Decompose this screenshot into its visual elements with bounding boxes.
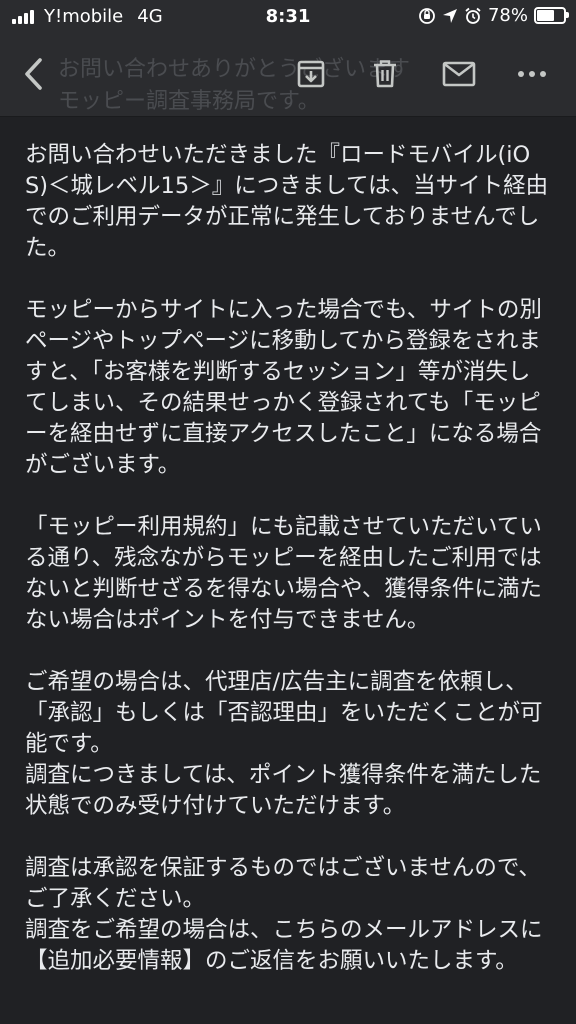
message-paragraph: モッピーからサイトに入った場合でも、サイトの別ページやトップページに移動してから… bbox=[25, 297, 542, 478]
status-bar: Y!mobile 4G 8:31 78% bbox=[0, 0, 576, 34]
subject-preview-line: モッピー調査事務局です。 bbox=[58, 89, 320, 114]
delete-button[interactable] bbox=[365, 54, 405, 94]
more-options-button[interactable] bbox=[512, 54, 552, 94]
message-paragraph: お問い合わせいただきました『ロードモバイル(iOS)＜城レベル15＞』につきまし… bbox=[25, 142, 549, 261]
archive-button[interactable] bbox=[291, 54, 331, 94]
archive-icon bbox=[297, 60, 325, 88]
mark-unread-button[interactable] bbox=[437, 54, 481, 94]
status-right: 78% bbox=[412, 5, 569, 26]
chevron-left-icon bbox=[25, 58, 42, 90]
message-paragraph: 調査は承認を保証するものではございませんので、ご了承ください。 調査をご希望の場… bbox=[25, 855, 543, 974]
subject-preview-line: お問い合わせありがとうございます bbox=[58, 57, 411, 82]
message-paragraph: 「モッピー利用規約」にも記載させていただいている通り、残念ながらモッピーを経由し… bbox=[25, 514, 542, 633]
alarm-icon bbox=[465, 7, 481, 24]
back-button[interactable] bbox=[14, 54, 54, 94]
battery-percent: 78% bbox=[487, 5, 528, 26]
message-paragraph: ご希望の場合は、代理店/広告主に調査を依頼し、「承認」もしくは「否認理由」をいた… bbox=[25, 669, 543, 819]
toolbar-divider bbox=[0, 116, 576, 117]
orientation-lock-icon bbox=[419, 7, 435, 24]
mail-toolbar: お問い合わせありがとうございます モッピー調査事務局です。 bbox=[0, 34, 576, 116]
location-icon bbox=[442, 8, 457, 23]
mail-icon bbox=[442, 61, 476, 87]
trash-icon bbox=[374, 60, 396, 88]
message-body: お問い合わせいただきました『ロードモバイル(iOS)＜城レベル15＞』につきまし… bbox=[25, 140, 551, 1008]
battery-icon bbox=[534, 7, 569, 24]
more-horizontal-icon bbox=[518, 71, 546, 77]
battery-level bbox=[537, 10, 554, 21]
subject-preview: お問い合わせありがとうございます モッピー調査事務局です。 bbox=[58, 54, 410, 116]
